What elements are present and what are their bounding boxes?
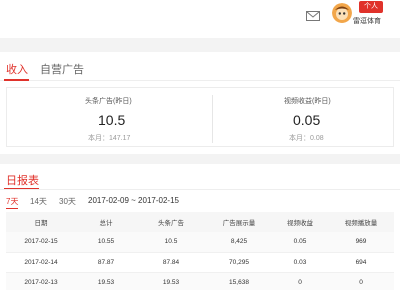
table-row: 2017-02-13 19.53 19.53 15,638 0 0 [6,272,394,290]
col-headline-ads: 头条广告 [136,212,206,232]
cell-total: 10.55 [76,232,136,253]
col-total: 总计 [76,212,136,232]
col-date: 日期 [6,212,76,232]
cell-video-plays: 0 [328,272,394,290]
top-bar: 个人 雷逗体育 [0,0,400,38]
video-income-label: 视频收益(昨日) [284,98,331,105]
cell-ad-impressions: 15,638 [206,272,272,290]
cell-video-income: 0.05 [272,232,328,253]
report-table: 日期 总计 头条广告 广告展示量 视频收益 视频播放量 2017-02-15 1… [6,212,394,290]
headline-ads-label: 头条广告(昨日) [85,98,132,105]
report-divider [0,189,400,190]
headline-ads-month: 本月：147.17 [88,135,131,142]
cell-video-income: 0 [272,272,328,290]
cell-video-plays: 694 [328,252,394,273]
cell-total: 19.53 [76,272,136,290]
date-range-picker[interactable]: 2017-02-09 ~ 2017-02-15 [88,196,179,205]
col-video-plays: 视频播放量 [328,212,394,232]
headline-ads-value: 10.5 [98,112,126,128]
tab-income[interactable]: 收入 [6,61,28,77]
cell-total: 87.87 [76,252,136,273]
table-row: 2017-02-14 87.87 87.84 70,295 0.03 694 [6,252,394,273]
summary-card: 头条广告(昨日) 10.5 本月：147.17 视频收益(昨日) 0.05 本月… [6,87,394,147]
table-header-row: 日期 总计 头条广告 广告展示量 视频收益 视频播放量 [6,212,394,232]
video-income-value: 0.05 [293,112,321,128]
cell-headline-ads: 19.53 [136,272,206,290]
video-income-month: 本月：0.08 [289,135,324,142]
col-video-income: 视频收益 [272,212,328,232]
cell-date: 2017-02-15 [6,232,76,253]
cell-video-plays: 969 [328,232,394,253]
range-30-days[interactable]: 30天 [59,196,76,207]
cell-ad-impressions: 70,295 [206,252,272,273]
username[interactable]: 雷逗体育 [353,16,381,26]
account-type-badge: 个人 [359,1,383,13]
mail-icon[interactable] [306,11,320,21]
tab-self-ads[interactable]: 自营广告 [40,61,84,77]
range-14-days[interactable]: 14天 [30,196,47,207]
report-title: 日报表 [6,175,39,187]
table-row: 2017-02-15 10.55 10.5 8,425 0.05 969 [6,232,394,253]
range-7-days[interactable]: 7天 [6,196,18,207]
col-ad-impressions: 广告展示量 [206,212,272,232]
avatar[interactable] [332,3,352,23]
cell-date: 2017-02-13 [6,272,76,290]
range-active-indicator [6,208,18,209]
income-tabs: 收入 自营广告 [0,52,400,81]
cell-video-income: 0.03 [272,252,328,273]
cell-ad-impressions: 8,425 [206,232,272,253]
daily-report: 日报表 7天 14天 30天 2017-02-09 ~ 2017-02-15 日… [0,164,400,290]
cell-date: 2017-02-14 [6,252,76,273]
income-summary: 头条广告(昨日) 10.5 本月：147.17 视频收益(昨日) 0.05 本月… [0,81,400,154]
summary-divider [212,95,213,143]
cell-headline-ads: 10.5 [136,232,206,253]
cell-headline-ads: 87.84 [136,252,206,273]
